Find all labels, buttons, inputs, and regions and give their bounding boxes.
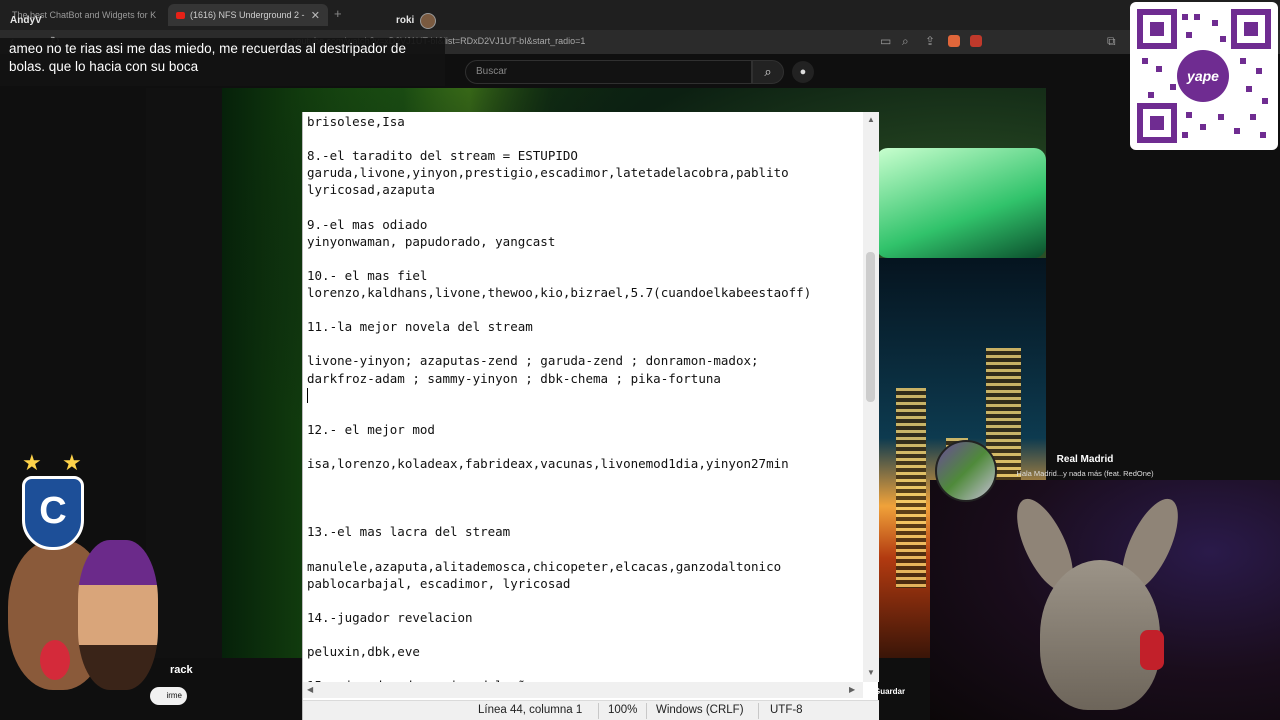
text-line: peluxin,dbk,eve: [307, 644, 420, 660]
text-line: 14.-jugador revelacion: [307, 609, 473, 625]
club-crest-icon: C: [22, 476, 84, 550]
cast-icon[interactable]: ▭: [880, 34, 891, 48]
sidebar-icon[interactable]: ⧉: [1107, 34, 1116, 49]
streamer-mascot: ★ ★ C: [0, 450, 175, 720]
text-caret: [307, 388, 308, 403]
chat-username-secondary: roki: [396, 15, 415, 26]
chat-message: ameo no te rias asi me das miedo, me rec…: [0, 38, 445, 86]
screen: The best ChatBot and Widgets for K (1616…: [0, 0, 1280, 720]
scroll-thumb[interactable]: [866, 252, 875, 402]
share-icon[interactable]: ⇪: [925, 34, 935, 48]
now-playing-artist: Real Madrid: [1056, 454, 1114, 465]
horizontal-scrollbar[interactable]: ◀ ▶: [303, 682, 863, 698]
text-line: 8.-el taradito del stream = ESTUPIDO: [307, 148, 578, 164]
status-bar: Línea 44, columna 1 100% Windows (CRLF) …: [303, 700, 879, 720]
text-line: 13.-el mas lacra del stream: [307, 524, 511, 540]
text-line: 11.-la mejor novela del stream: [307, 319, 533, 335]
text-line: brisolese,Isa: [307, 114, 405, 129]
album-art: [935, 440, 997, 502]
headset: [1140, 630, 1164, 670]
text-line: manulele,azaputa,alitademosca,chicopeter…: [307, 558, 782, 574]
text-line: yinyonwaman, papudorado, yangcast: [307, 233, 556, 249]
text-line: lorenzo,kaldhans,livone,thewoo,kio,bizra…: [307, 285, 812, 300]
bearded-man-cartoon: [78, 540, 158, 690]
rewards-icon[interactable]: [970, 35, 982, 47]
text-line: 9.-el mas odiado: [307, 216, 428, 232]
chat-overlay: AndyV roki ameo no te rias asi me das mi…: [0, 6, 445, 86]
brave-shield-icon[interactable]: [948, 35, 960, 47]
yape-logo: yape: [1177, 50, 1229, 102]
cursor-position: Línea 44, columna 1: [478, 704, 583, 716]
text-line: 10.- el mas fiel: [307, 267, 428, 283]
text-line: pablocarbajal, escadimor, lyricosad: [307, 575, 571, 591]
scroll-down-icon[interactable]: ▼: [867, 668, 875, 677]
star-icon: ★: [62, 450, 82, 475]
game-logo: [876, 148, 1046, 258]
search-input[interactable]: Buscar: [465, 60, 752, 84]
save-button[interactable]: Guardar: [874, 687, 905, 696]
track-label: rack: [170, 664, 193, 676]
line-endings: Windows (CRLF): [656, 704, 744, 716]
notepad-window: brisolese,Isa 8.-el taradito del stream =…: [302, 112, 879, 720]
vertical-scrollbar[interactable]: ▲ ▼: [863, 112, 879, 682]
webcam-feed: [930, 480, 1280, 720]
search-icon[interactable]: ⌕: [752, 60, 784, 84]
text-line: livone-yinyon; azaputas-zend ; garuda-ze…: [307, 353, 759, 369]
now-playing-track: Hala Madrid...y nada más (feat. RedOne): [1016, 469, 1154, 478]
text-line: darkfroz-adam ; sammy-yinyon ; dbk-chema…: [307, 370, 721, 386]
zoom-icon[interactable]: ⌕: [902, 34, 909, 49]
encoding: UTF-8: [770, 704, 803, 716]
scroll-up-icon[interactable]: ▲: [867, 115, 875, 124]
chat-username: AndyV: [10, 15, 42, 26]
text-line: isa,lorenzo,koladeax,fabrideax,vacunas,l…: [307, 456, 789, 471]
now-playing-widget: Real Madrid Hala Madrid...y nada más (fe…: [935, 440, 1160, 502]
text-line: 12.- el mejor mod: [307, 421, 435, 437]
text-editor[interactable]: brisolese,Isa 8.-el taradito del stream =…: [303, 112, 863, 682]
text-line: lyricosad,azaputa: [307, 182, 435, 198]
subscribe-button[interactable]: irme: [150, 687, 187, 705]
microphone-icon[interactable]: ●: [792, 61, 814, 83]
scroll-left-icon[interactable]: ◀: [307, 685, 313, 694]
avatar: [420, 13, 436, 29]
scroll-right-icon[interactable]: ▶: [849, 685, 855, 694]
text-line: garuda,livone,yinyon,prestigio,escadimor…: [307, 165, 789, 181]
star-icon: ★: [22, 450, 42, 475]
zoom-level: 100%: [608, 704, 638, 716]
